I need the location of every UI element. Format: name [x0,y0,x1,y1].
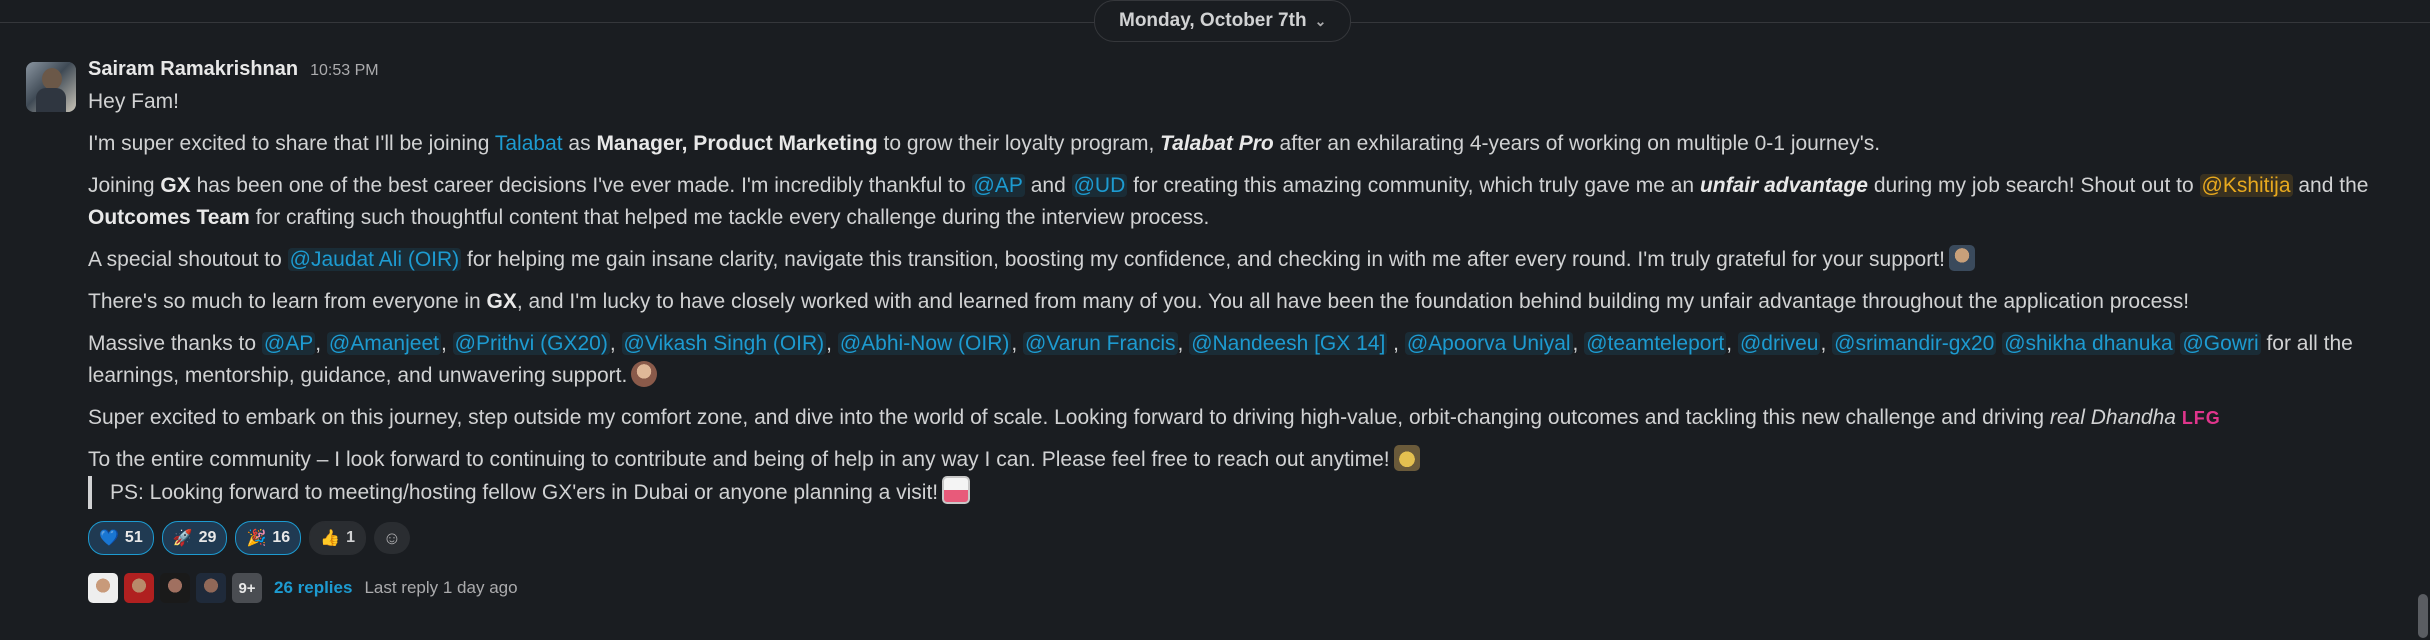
mention[interactable]: @teamteleport [1584,332,1727,355]
mention-ap[interactable]: @AP [971,174,1025,197]
mention[interactable]: @Vikash Singh (OIR) [621,332,827,355]
scrollbar[interactable] [2416,0,2430,640]
date-divider-button[interactable]: Monday, October 7th ⌄ [1094,0,1352,42]
reaction-thumbs-up[interactable]: 👍 1 [309,521,366,555]
paragraph-community: To the entire community – I look forward… [88,444,2388,476]
paragraph-gx: Joining GX has been one of the best care… [88,174,2369,229]
mention[interactable]: @Amanjeet [326,332,441,355]
mention[interactable]: @Varun Francis [1023,332,1178,355]
paragraph-joining: I'm super excited to share that I'll be … [88,132,1881,155]
greeting: Hey Fam! [88,90,180,113]
rocket-icon: 🚀 [172,530,193,547]
chevron-down-icon: ⌄ [1314,12,1327,29]
date-label: Monday, October 7th [1119,10,1307,31]
sender-name[interactable]: Sairam Ramakrishnan [88,58,298,81]
mention[interactable]: @Apoorva Uniyal [1404,332,1573,355]
avatar[interactable] [26,62,76,112]
more-repliers-badge[interactable]: 9+ [232,573,262,603]
lfg-emoji-icon: LFG [2181,408,2221,428]
paragraph-learn: There's so much to learn from everyone i… [88,290,2190,313]
add-reaction-icon: ☺ [382,527,402,548]
reply-avatar[interactable] [88,573,118,603]
reaction-rocket[interactable]: 🚀 29 [161,521,228,555]
paragraph-shoutout: A special shoutout to @Jaudat Ali (OIR) … [88,244,2388,276]
mention[interactable]: @shikha dhanuka [2002,332,2175,355]
mention-ud[interactable]: @UD [1071,174,1128,197]
mention-kshitija[interactable]: @Kshitija [2199,174,2293,197]
custom-emoji-icon [1948,245,1975,271]
mention[interactable]: @srimandir-gx20 [1832,332,1997,355]
paragraph-thanks: Massive thanks to @AP, @Amanjeet, @Prith… [88,332,2353,387]
replies-link[interactable]: 26 replies [274,578,352,598]
reaction-count: 29 [198,529,217,546]
reply-avatar[interactable] [124,573,154,603]
reaction-custom[interactable]: 🎉 16 [235,521,302,555]
custom-emoji-icon [942,476,971,504]
reply-avatar[interactable] [160,573,190,603]
blockquote: PS: Looking forward to meeting/hosting f… [88,476,2388,509]
mention[interactable]: @Prithvi (GX20) [452,332,610,355]
last-reply-text: Last reply 1 day ago [364,578,518,597]
reaction-blue-heart[interactable]: 💙 51 [88,521,154,555]
reactions-bar: 💙 51 🚀 29 🎉 16 👍 1 ☺ [88,521,2388,555]
timestamp[interactable]: 10:53 PM [310,62,378,80]
mention[interactable]: @Abhi-Now (OIR) [837,332,1012,355]
scrollbar-thumb[interactable] [2418,594,2428,638]
mention[interactable]: @driveu [1737,332,1821,355]
reply-avatar[interactable] [196,573,226,603]
add-reaction-button[interactable]: ☺ [373,522,410,554]
thread-summary[interactable]: 9+ 26 replies Last reply 1 day ago [88,571,2388,605]
custom-emoji-icon [1393,445,1420,471]
reaction-count: 16 [272,529,291,546]
mention[interactable]: @AP [261,332,316,355]
message-header: Sairam Ramakrishnan 10:53 PM [88,58,2388,86]
reaction-count: 1 [346,529,355,546]
mention[interactable]: @Gowri [2180,332,2261,355]
mention[interactable]: @Nandeesh [GX 14] [1189,332,1388,355]
mention-jaudat[interactable]: @Jaudat Ali (OIR) [287,248,462,271]
paragraph-excited: Super excited to embark on this journey,… [88,406,2221,429]
message-content: Sairam Ramakrishnan 10:53 PM Hey Fam! I'… [88,58,2388,605]
thumbs-up-icon: 👍 [320,530,341,547]
custom-emoji-icon: 🎉 [246,530,267,547]
blue-heart-icon: 💙 [99,530,119,547]
custom-emoji-icon [631,361,658,387]
reaction-count: 51 [124,529,143,546]
talabat-link[interactable]: Talabat [495,132,563,155]
